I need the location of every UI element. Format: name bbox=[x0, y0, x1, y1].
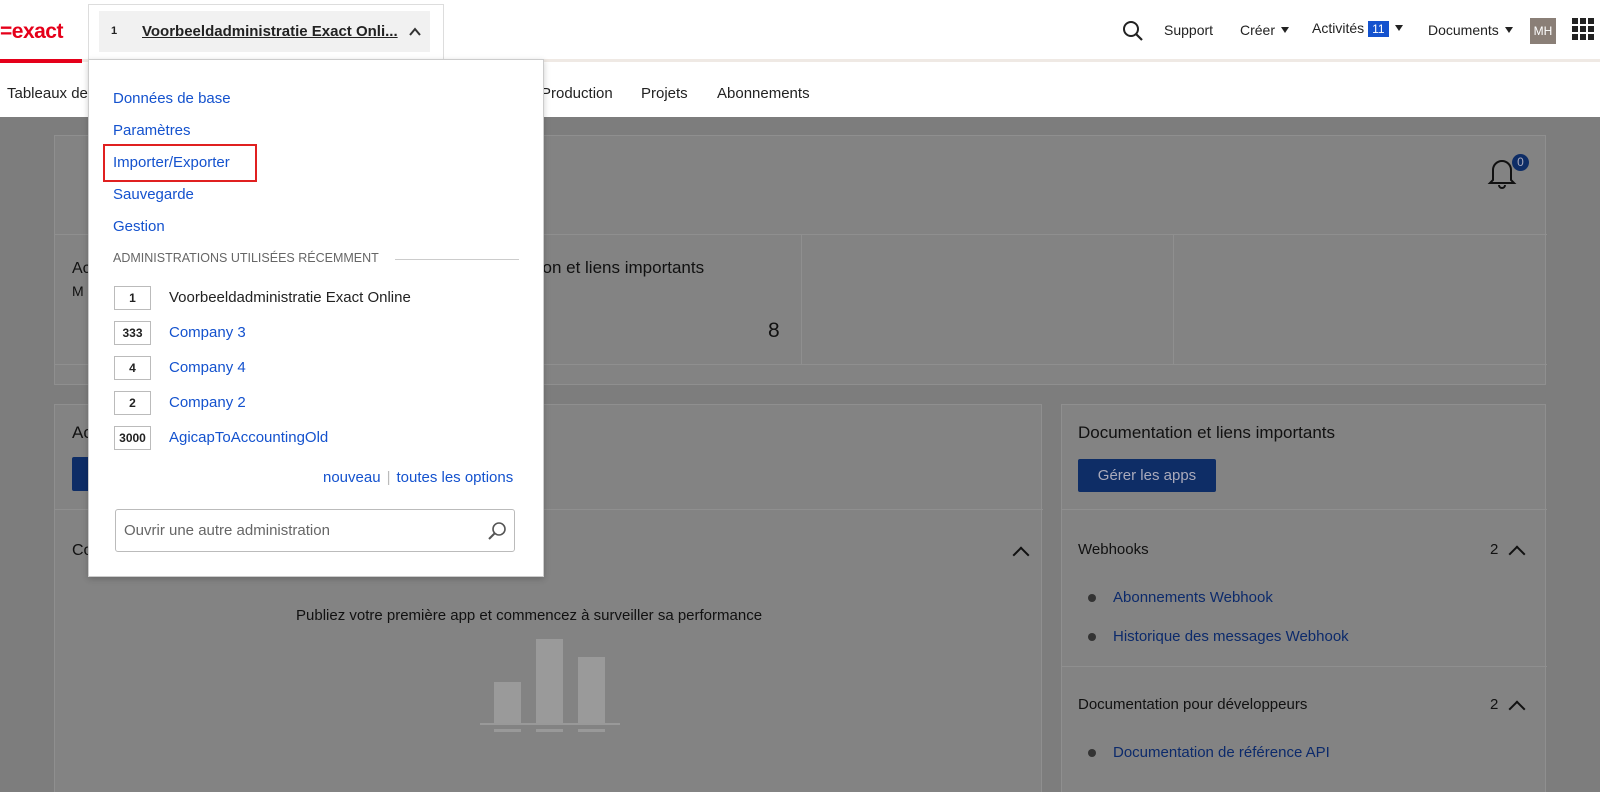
menu-item-management[interactable]: Gestion bbox=[113, 218, 165, 235]
webhooks-count: 2 bbox=[1490, 541, 1499, 558]
search-icon[interactable] bbox=[1122, 20, 1144, 42]
separator: | bbox=[386, 469, 391, 486]
developer-docs-count: 2 bbox=[1490, 696, 1499, 713]
administration-name[interactable]: Voorbeeldadministratie Exact Onli... bbox=[142, 23, 398, 40]
search-icon[interactable] bbox=[487, 521, 507, 541]
empty-chart-illustration bbox=[480, 639, 620, 732]
create-menu[interactable]: Créer bbox=[1240, 22, 1290, 38]
administration-link[interactable]: Company 4 bbox=[169, 359, 246, 376]
support-link[interactable]: Support bbox=[1164, 22, 1213, 38]
menu-item-backup[interactable]: Sauvegarde bbox=[113, 186, 194, 203]
nav-item-production[interactable]: Production bbox=[541, 85, 613, 102]
avatar[interactable]: MH bbox=[1530, 18, 1556, 44]
administration-name: Voorbeeldadministratie Exact Online bbox=[169, 289, 411, 306]
administration-number: 1 bbox=[111, 25, 118, 37]
top-bar: =exact 1 Voorbeeldadministratie Exact On… bbox=[0, 0, 1600, 63]
app-grid-icon[interactable] bbox=[1572, 18, 1594, 40]
chevron-up-icon[interactable] bbox=[1012, 546, 1030, 564]
empty-state-text: Publiez votre première app et commencez … bbox=[296, 607, 763, 624]
administration-number: 2 bbox=[114, 391, 151, 415]
chevron-up-icon[interactable] bbox=[1508, 700, 1526, 718]
developer-docs-section-title[interactable]: Documentation pour développeurs bbox=[1078, 696, 1307, 713]
nav-item-subscriptions[interactable]: Abonnements bbox=[717, 85, 810, 102]
administration-number: 3000 bbox=[114, 426, 151, 450]
menu-item-import-export[interactable]: Importer/Exporter bbox=[113, 154, 230, 171]
chevron-up-icon[interactable] bbox=[1508, 545, 1526, 563]
bullet bbox=[1088, 749, 1096, 757]
administration-link[interactable]: AgicapToAccountingOld bbox=[169, 429, 328, 446]
logo-underline bbox=[0, 59, 82, 63]
all-options-link[interactable]: toutes les options bbox=[396, 469, 513, 486]
dropdown-footer-links: nouveau | toutes les options bbox=[323, 469, 513, 486]
menu-item-base-data[interactable]: Données de base bbox=[113, 90, 231, 107]
administration-number: 333 bbox=[114, 321, 151, 345]
caret-down-icon bbox=[1394, 25, 1403, 31]
nav-item-dashboards[interactable]: Tableaux de bbox=[7, 85, 88, 102]
administration-dropdown: Données de base Paramètres Importer/Expo… bbox=[88, 59, 544, 577]
chevron-up-icon[interactable] bbox=[409, 26, 421, 38]
menu-item-settings[interactable]: Paramètres bbox=[113, 122, 191, 139]
webhooks-section-title[interactable]: Webhooks bbox=[1078, 541, 1149, 558]
administration-switcher[interactable]: 1 Voorbeeldadministratie Exact Onli... bbox=[88, 4, 444, 60]
bullet bbox=[1088, 633, 1096, 641]
documentation-card: Documentation et liens importants Gérer … bbox=[1061, 404, 1547, 792]
section-divider bbox=[395, 259, 519, 260]
activities-menu[interactable]: Activités 11 bbox=[1312, 20, 1403, 37]
administration-number: 4 bbox=[114, 356, 151, 380]
caret-down-icon bbox=[1281, 27, 1290, 33]
documents-menu[interactable]: Documents bbox=[1428, 22, 1513, 38]
caret-down-icon bbox=[1504, 27, 1513, 33]
documents-label: Documents bbox=[1428, 22, 1499, 38]
card-subtitle-partial: M bbox=[72, 283, 84, 299]
documentation-tile-title[interactable]: tion et liens importants bbox=[534, 258, 704, 278]
recent-administrations-heading: ADMINISTRATIONS UTILISÉES RÉCEMMENT bbox=[113, 251, 379, 265]
activities-count-badge: 11 bbox=[1368, 21, 1389, 37]
open-administration-search-input[interactable] bbox=[115, 509, 515, 552]
exact-logo[interactable]: =exact bbox=[0, 20, 63, 44]
manage-apps-button[interactable]: Gérer les apps bbox=[1078, 459, 1216, 492]
activities-label: Activités bbox=[1312, 20, 1365, 36]
administration-number: 1 bbox=[114, 286, 151, 310]
bullet bbox=[1088, 594, 1096, 602]
administration-link[interactable]: Company 3 bbox=[169, 324, 246, 341]
create-menu-label: Créer bbox=[1240, 22, 1276, 38]
administration-switcher-button[interactable]: 1 Voorbeeldadministratie Exact Onli... bbox=[99, 11, 430, 52]
webhook-history-link[interactable]: Historique des messages Webhook bbox=[1113, 628, 1349, 645]
new-administration-link[interactable]: nouveau bbox=[323, 469, 381, 486]
documentation-card-title: Documentation et liens importants bbox=[1078, 423, 1336, 442]
api-reference-link[interactable]: Documentation de référence API bbox=[1113, 744, 1330, 761]
administration-link[interactable]: Company 2 bbox=[169, 394, 246, 411]
documentation-tile-count: 8 bbox=[768, 319, 780, 342]
notification-count-badge: 0 bbox=[1512, 154, 1529, 171]
webhook-subscriptions-link[interactable]: Abonnements Webhook bbox=[1113, 589, 1273, 606]
nav-item-projects[interactable]: Projets bbox=[641, 85, 688, 102]
